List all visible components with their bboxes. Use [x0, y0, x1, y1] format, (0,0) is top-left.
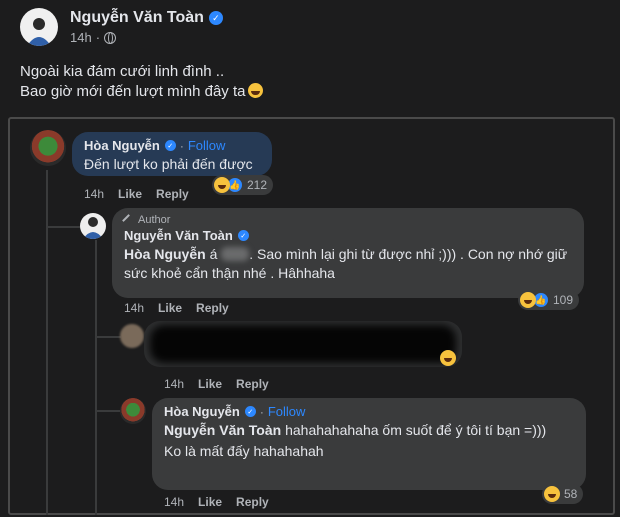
comment-text-line-2: Ko là mất đấy hahahahah — [164, 443, 324, 459]
redacted-comment-bubble — [144, 321, 462, 367]
like-button[interactable]: Like — [158, 301, 182, 315]
person-icon — [27, 18, 51, 46]
person-icon — [83, 217, 103, 239]
commenter-name[interactable]: Hòa Nguyễn — [84, 138, 160, 153]
redaction-smudge — [150, 325, 456, 363]
commenter-avatar[interactable] — [120, 324, 144, 348]
verified-badge-icon: ✓ — [208, 11, 223, 25]
verified-badge-icon: ✓ — [244, 406, 256, 417]
thread-line — [95, 240, 97, 515]
thread-line — [46, 170, 48, 515]
comment-bubble: Hòa Nguyễn ✓ · Follow Đến lượt ko phải đ… — [72, 132, 272, 176]
thread-line — [46, 226, 82, 228]
post-author-name[interactable]: Nguyễn Văn Toàn — [70, 9, 204, 27]
comment-text: Đến lượt ko phải đến được — [84, 156, 253, 172]
mention-link[interactable]: Nguyễn Văn Toàn — [164, 422, 281, 438]
comment-text: Hòa Nguyễn á . Sao mình lại ghi từ được … — [124, 245, 572, 283]
comment-timestamp[interactable]: 14h — [124, 301, 144, 315]
commenter-avatar[interactable] — [120, 398, 146, 424]
pencil-icon — [122, 213, 135, 227]
reply-button[interactable]: Reply — [196, 301, 229, 315]
commenter-name[interactable]: Nguyễn Văn Toàn — [124, 228, 233, 243]
comment-actions: 14h Like Reply — [164, 495, 269, 509]
reply-button[interactable]: Reply — [236, 377, 269, 391]
comment-actions: 14h Like Reply — [124, 301, 229, 315]
globe-icon — [104, 31, 117, 44]
grinning-emoji-icon — [248, 83, 264, 98]
author-badge: Author — [122, 213, 572, 227]
follow-button[interactable]: Follow — [268, 404, 306, 419]
reaction-summary[interactable]: 58 — [542, 484, 584, 504]
haha-reaction-icon — [440, 350, 456, 366]
reaction-count: 109 — [553, 293, 574, 307]
post-body: Ngoài kia đám cưới linh đình .. Bao giờ … — [20, 62, 264, 102]
blurred-word — [221, 247, 250, 261]
separator-dot: · — [259, 404, 264, 419]
author-badge-label: Author — [138, 214, 171, 226]
follow-button[interactable]: Follow — [188, 138, 226, 153]
comment-text: Nguyễn Văn Toàn hahahahahaha ốm suốt để … — [164, 421, 574, 440]
haha-reaction-icon — [544, 486, 560, 502]
reaction-summary[interactable]: 👍 212 — [212, 175, 274, 195]
comment-timestamp[interactable]: 14h — [164, 495, 184, 509]
reaction-count: 58 — [564, 487, 578, 501]
comment-timestamp[interactable]: 14h — [84, 187, 104, 201]
thread-line — [95, 336, 121, 338]
post-line-1: Ngoài kia đám cưới linh đình .. — [20, 63, 225, 80]
like-button[interactable]: Like — [198, 377, 222, 391]
commenter-name[interactable]: Hòa Nguyễn — [164, 404, 240, 419]
comment-actions: 14h Like Reply — [164, 377, 269, 391]
separator-dot: · — [95, 30, 101, 45]
author-avatar[interactable] — [20, 8, 58, 46]
post-line-2: Bao giờ mới đến lượt mình đây ta — [20, 83, 246, 100]
like-button[interactable]: Like — [198, 495, 222, 509]
comment-actions: 14h Like Reply — [84, 187, 189, 201]
thread-line — [95, 410, 121, 412]
verified-badge-icon: ✓ — [237, 230, 249, 241]
comment-bubble: Author Nguyễn Văn Toàn ✓ Hòa Nguyễn á . … — [112, 208, 584, 298]
reaction-summary[interactable]: 👍 109 — [518, 290, 580, 310]
mention-link[interactable]: Hòa Nguyễn — [124, 246, 206, 262]
haha-reaction-icon — [214, 177, 230, 193]
commenter-avatar[interactable] — [30, 130, 66, 166]
post-timestamp[interactable]: 14h — [70, 30, 92, 45]
reply-button[interactable]: Reply — [156, 187, 189, 201]
comment-timestamp[interactable]: 14h — [164, 377, 184, 391]
comment-bubble: Hòa Nguyễn ✓ · Follow Nguyễn Văn Toàn ha… — [152, 398, 586, 490]
separator-dot: · — [179, 138, 184, 153]
comment-text-line-1: hahahahahaha ốm suốt để ý tôi tí bạn =))… — [285, 422, 547, 438]
verified-badge-icon: ✓ — [164, 140, 176, 151]
like-button[interactable]: Like — [118, 187, 142, 201]
post-header: Nguyễn Văn Toàn ✓ 14h · — [20, 8, 223, 46]
commenter-avatar[interactable] — [80, 213, 106, 239]
reply-button[interactable]: Reply — [236, 495, 269, 509]
reaction-count: 212 — [247, 178, 268, 192]
mention-suffix: á — [209, 246, 218, 262]
haha-reaction-icon — [520, 292, 536, 308]
